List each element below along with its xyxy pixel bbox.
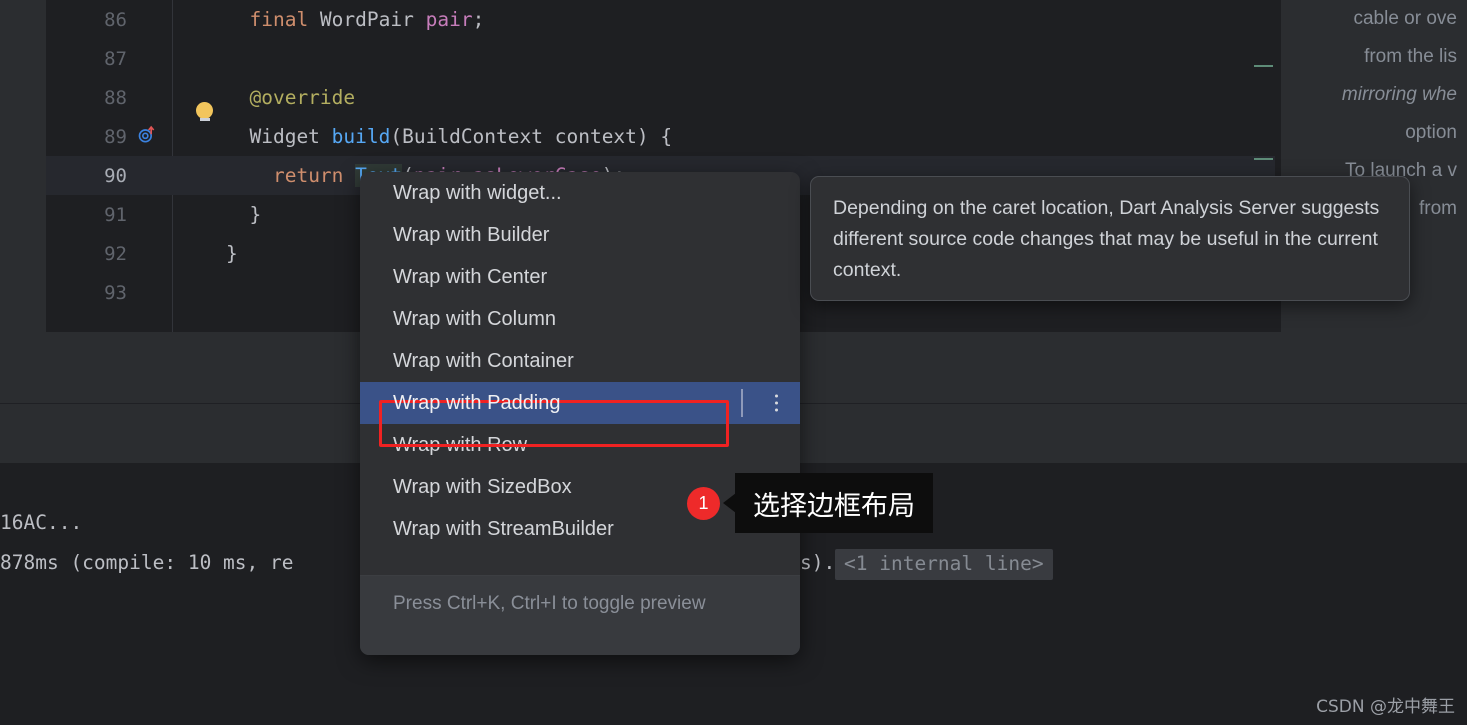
intention-action-label: Wrap with SizedBox <box>393 475 572 498</box>
line-number: 87 <box>104 47 127 70</box>
documentation-line: cable or ove <box>1353 8 1457 29</box>
intention-action-label: Wrap with Row <box>393 433 528 456</box>
intention-action-item[interactable]: Wrap with StreamBuilder <box>360 508 800 550</box>
code-line-row[interactable]: 86 final WordPair pair; <box>46 0 1467 39</box>
code-token: @override <box>249 86 356 109</box>
intention-bulb-icon[interactable] <box>196 102 213 119</box>
watermark: CSDN @龙中舞王 <box>1316 697 1455 717</box>
code-token: final <box>249 8 309 31</box>
code-text: Widget build(BuildContext context) { <box>226 125 672 148</box>
screen: 86 final WordPair pair; 87 88 @override 89 … <box>0 0 1467 725</box>
gutter-icon-slot <box>127 273 173 312</box>
fold-marker-icon[interactable] <box>1254 65 1273 67</box>
more-options-icon[interactable] <box>775 394 778 412</box>
intention-action-label: Wrap with Center <box>393 265 548 288</box>
code-token: build <box>331 125 391 148</box>
intention-action-item[interactable]: Wrap with Container <box>360 340 800 382</box>
gutter-icon-slot <box>127 78 173 117</box>
line-number: 86 <box>104 8 127 31</box>
fold-marker-icon[interactable] <box>1254 158 1273 160</box>
intention-action-item[interactable]: Wrap with Column <box>360 298 800 340</box>
gutter-icon-slot <box>127 39 173 78</box>
line-number: 91 <box>104 203 127 226</box>
intention-bulb-base-icon <box>200 118 210 121</box>
documentation-line: option <box>1405 122 1457 143</box>
vertical-scrollbar-track[interactable] <box>27 0 67 332</box>
code-text: } <box>226 203 261 226</box>
override-marker-icon[interactable] <box>137 125 157 145</box>
intention-action-item[interactable]: Wrap with Builder <box>360 214 800 256</box>
intention-action-item[interactable]: Wrap with Row <box>360 424 800 466</box>
intention-action-label: Wrap with Padding <box>393 391 561 414</box>
line-number: 92 <box>104 242 127 265</box>
line-number: 88 <box>104 86 127 109</box>
intention-action-label: Wrap with Container <box>393 349 574 372</box>
line-number: 90 <box>104 164 127 187</box>
code-text: final WordPair pair; <box>226 8 484 31</box>
annotation-callout: 选择边框布局 <box>735 473 933 533</box>
gutter-icon-slot <box>127 234 173 273</box>
code-token: } <box>226 203 262 226</box>
line-number: 93 <box>104 281 127 304</box>
tab-strip-fragment <box>0 310 46 332</box>
console-line-2: 878ms (compile: 10 ms, re <box>0 551 294 574</box>
intention-action-item[interactable]: Wrap with Padding <box>360 382 800 424</box>
submenu-divider <box>741 389 743 417</box>
documentation-line: mirroring whe <box>1341 84 1457 105</box>
popup-footer-hint: Press Ctrl+K, Ctrl+I to toggle preview <box>360 576 800 655</box>
intention-action-label: Wrap with Builder <box>393 223 550 246</box>
code-token: pair <box>425 8 473 31</box>
annotation-callout-text: 选择边框布局 <box>753 490 915 522</box>
code-text: } <box>226 242 238 265</box>
tooltip-text: Depending on the caret location, Dart An… <box>833 197 1380 281</box>
code-token: (BuildContext context) { <box>390 125 673 148</box>
gutter-icon-slot <box>127 195 173 234</box>
gutter-icon-slot <box>127 117 173 156</box>
documentation-line: from the lis <box>1364 46 1457 67</box>
console-internal-line-badge[interactable]: <1 internal line> <box>835 549 1053 580</box>
dart-analysis-tooltip: Depending on the caret location, Dart An… <box>810 176 1410 301</box>
code-line-row[interactable]: 89 Widget build(BuildContext context) { <box>46 117 1467 156</box>
code-token: } <box>226 242 238 265</box>
intention-action-label: Wrap with Column <box>393 307 557 330</box>
console-line-2-tail: s). <box>800 551 836 574</box>
console-line-1: 16AC... <box>0 511 83 534</box>
intention-action-label: Wrap with widget... <box>393 181 562 204</box>
code-text: @override <box>226 86 355 109</box>
code-line-row[interactable]: 87 <box>46 39 1467 78</box>
gutter-icon-slot <box>127 156 173 195</box>
line-number: 89 <box>104 125 127 148</box>
gutter-icon-slot <box>127 0 173 39</box>
intention-action-label: Wrap with StreamBuilder <box>393 517 614 540</box>
intention-action-item[interactable]: Wrap with Center <box>360 256 800 298</box>
code-token: return <box>272 164 344 187</box>
intention-action-item[interactable]: Wrap with widget... <box>360 172 800 214</box>
code-token: WordPair <box>308 8 426 31</box>
code-token: ; <box>472 8 485 31</box>
annotation-step-badge: 1 <box>687 487 720 520</box>
intention-actions-popup[interactable]: Wrap with widget... Wrap with Builder Wrap… <box>360 172 800 655</box>
code-token: Widget <box>226 125 332 148</box>
code-line-row[interactable]: 88 @override <box>46 78 1467 117</box>
